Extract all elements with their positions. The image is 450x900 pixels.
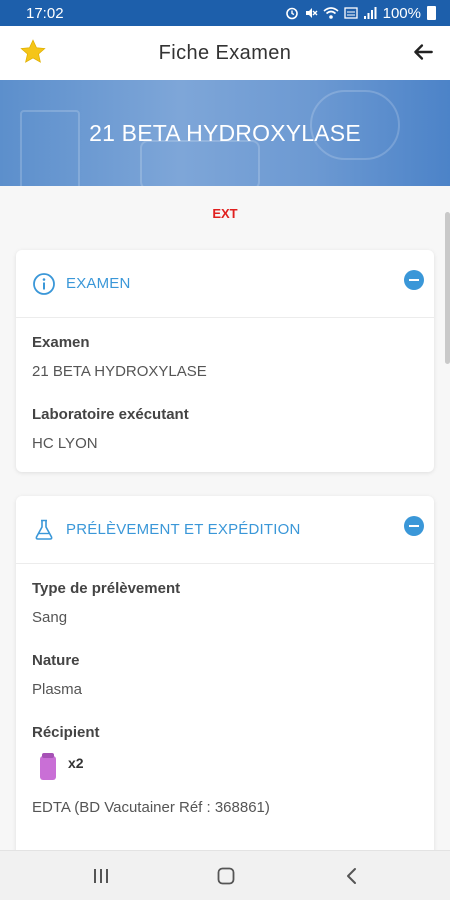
recents-icon [94,869,108,883]
status-icons [285,6,377,20]
system-nav-bar [0,850,450,900]
prelevement-card-header[interactable]: PRÉLÈVEMENT ET EXPÉDITION [16,496,434,564]
prelevement-collapse-button[interactable] [404,516,424,536]
tube-icon [40,753,56,780]
container-count: x2 [68,755,84,771]
laboratoire-value: HC LYON [32,435,98,452]
prelevement-section-title: PRÉLÈVEMENT ET EXPÉDITION [66,521,301,538]
nature-label: Nature [32,652,80,669]
ext-tag: EXT [212,206,238,221]
nature-value: Plasma [32,681,83,698]
wifi-icon [323,7,339,19]
favorite-button[interactable] [18,37,48,67]
back-icon [347,868,356,884]
status-bar: 17:02 100% [0,0,450,26]
examen-card-header[interactable]: EXAMEN [16,250,434,318]
battery-percent: 100% [382,4,421,22]
examen-collapse-button[interactable] [404,270,424,290]
back-arrow-icon [414,44,433,60]
hero-banner: 21 BETA HYDROXYLASE [0,80,450,186]
hero-title: 21 BETA HYDROXYLASE [89,119,361,146]
flask-icon [35,519,53,540]
examen-label: Examen [32,334,90,351]
recipient-label: Récipient [32,724,100,741]
content-area[interactable]: EXT EXAMEN Examen 21 BETA HYDROXYLASE La… [0,186,450,850]
examen-value: 21 BETA HYDROXYLASE [32,363,207,380]
back-button[interactable] [410,39,436,65]
examen-section-title: EXAMEN [66,275,131,292]
mute-icon [305,8,318,18]
info-icon [33,272,55,295]
home-icon [217,867,235,885]
examen-card: EXAMEN Examen 21 BETA HYDROXYLASE Labora… [16,250,434,472]
recents-button[interactable] [88,863,114,889]
status-time: 17:02 [26,4,64,22]
container-description: EDTA (BD Vacutainer Réf : 368861) [32,799,270,816]
type-prelevement-label: Type de prélèvement [32,580,181,597]
signal-icon [363,7,377,19]
battery-icon [427,6,436,20]
page-title: Fiche Examen [158,41,292,64]
laboratoire-label: Laboratoire exécutant [32,406,189,423]
app-bar: Fiche Examen [0,26,450,80]
alarm-icon [285,7,298,20]
network-icon [343,7,358,19]
home-button[interactable] [213,863,239,889]
prelevement-card: PRÉLÈVEMENT ET EXPÉDITION Type de prélèv… [16,496,434,850]
type-prelevement-value: Sang [32,609,68,626]
scroll-indicator[interactable] [445,212,450,364]
nav-back-button[interactable] [339,863,365,889]
status-indicators: 100% [285,5,436,22]
star-icon [20,39,46,63]
